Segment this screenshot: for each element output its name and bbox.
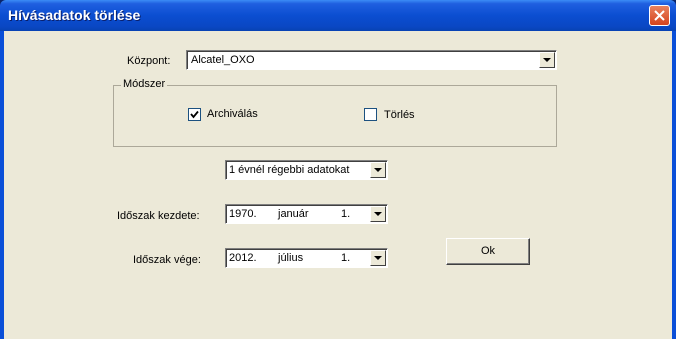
start-date-day: 1.	[341, 208, 351, 220]
checkmark-icon	[190, 110, 199, 119]
kozpont-value: Alcatel_OXO	[191, 54, 255, 66]
window-frame-right	[672, 31, 676, 339]
dialog-client-area	[4, 31, 672, 339]
kozpont-dropdown-button[interactable]	[539, 52, 555, 68]
start-date-label: Időszak kezdete:	[117, 210, 200, 222]
kozpont-select[interactable]: Alcatel_OXO	[186, 50, 557, 70]
period-filter-value: 1 évnél régebbi adatokat	[229, 164, 350, 176]
title-bar[interactable]: Hívásadatok törlése	[0, 0, 676, 31]
end-date-picker[interactable]: 2012. július 1.	[225, 248, 388, 268]
archivalas-checkbox[interactable]	[188, 108, 201, 121]
dialog-window: Hívásadatok törlése Központ: Alcatel_OXO…	[0, 0, 676, 339]
end-date-dropdown-button[interactable]	[370, 250, 386, 266]
chevron-down-icon	[374, 168, 382, 172]
period-filter-select[interactable]: 1 évnél régebbi adatokat	[225, 160, 388, 180]
ok-button[interactable]: Ok	[446, 238, 530, 265]
window-title: Hívásadatok törlése	[8, 7, 141, 23]
chevron-down-icon	[374, 212, 382, 216]
close-button[interactable]	[649, 5, 670, 26]
close-icon	[654, 10, 665, 21]
end-date-label: Időszak vége:	[133, 254, 201, 266]
modszer-groupbox	[113, 85, 557, 147]
period-filter-dropdown-button[interactable]	[370, 162, 386, 178]
end-date-day: 1.	[341, 252, 351, 264]
end-date-year: 2012.	[229, 252, 257, 264]
torles-label[interactable]: Törlés	[384, 109, 415, 121]
chevron-down-icon	[543, 58, 551, 62]
archivalas-label[interactable]: Archiválás	[207, 108, 258, 120]
chevron-down-icon	[374, 256, 382, 260]
end-date-month: július	[278, 252, 304, 264]
start-date-dropdown-button[interactable]	[370, 206, 386, 222]
start-date-picker[interactable]: 1970. január 1.	[225, 204, 388, 224]
start-date-month: január	[278, 208, 309, 220]
torles-checkbox[interactable]	[364, 108, 377, 121]
start-date-year: 1970.	[229, 208, 257, 220]
kozpont-label: Központ:	[127, 55, 171, 67]
modszer-group-title: Módszer	[121, 78, 168, 90]
